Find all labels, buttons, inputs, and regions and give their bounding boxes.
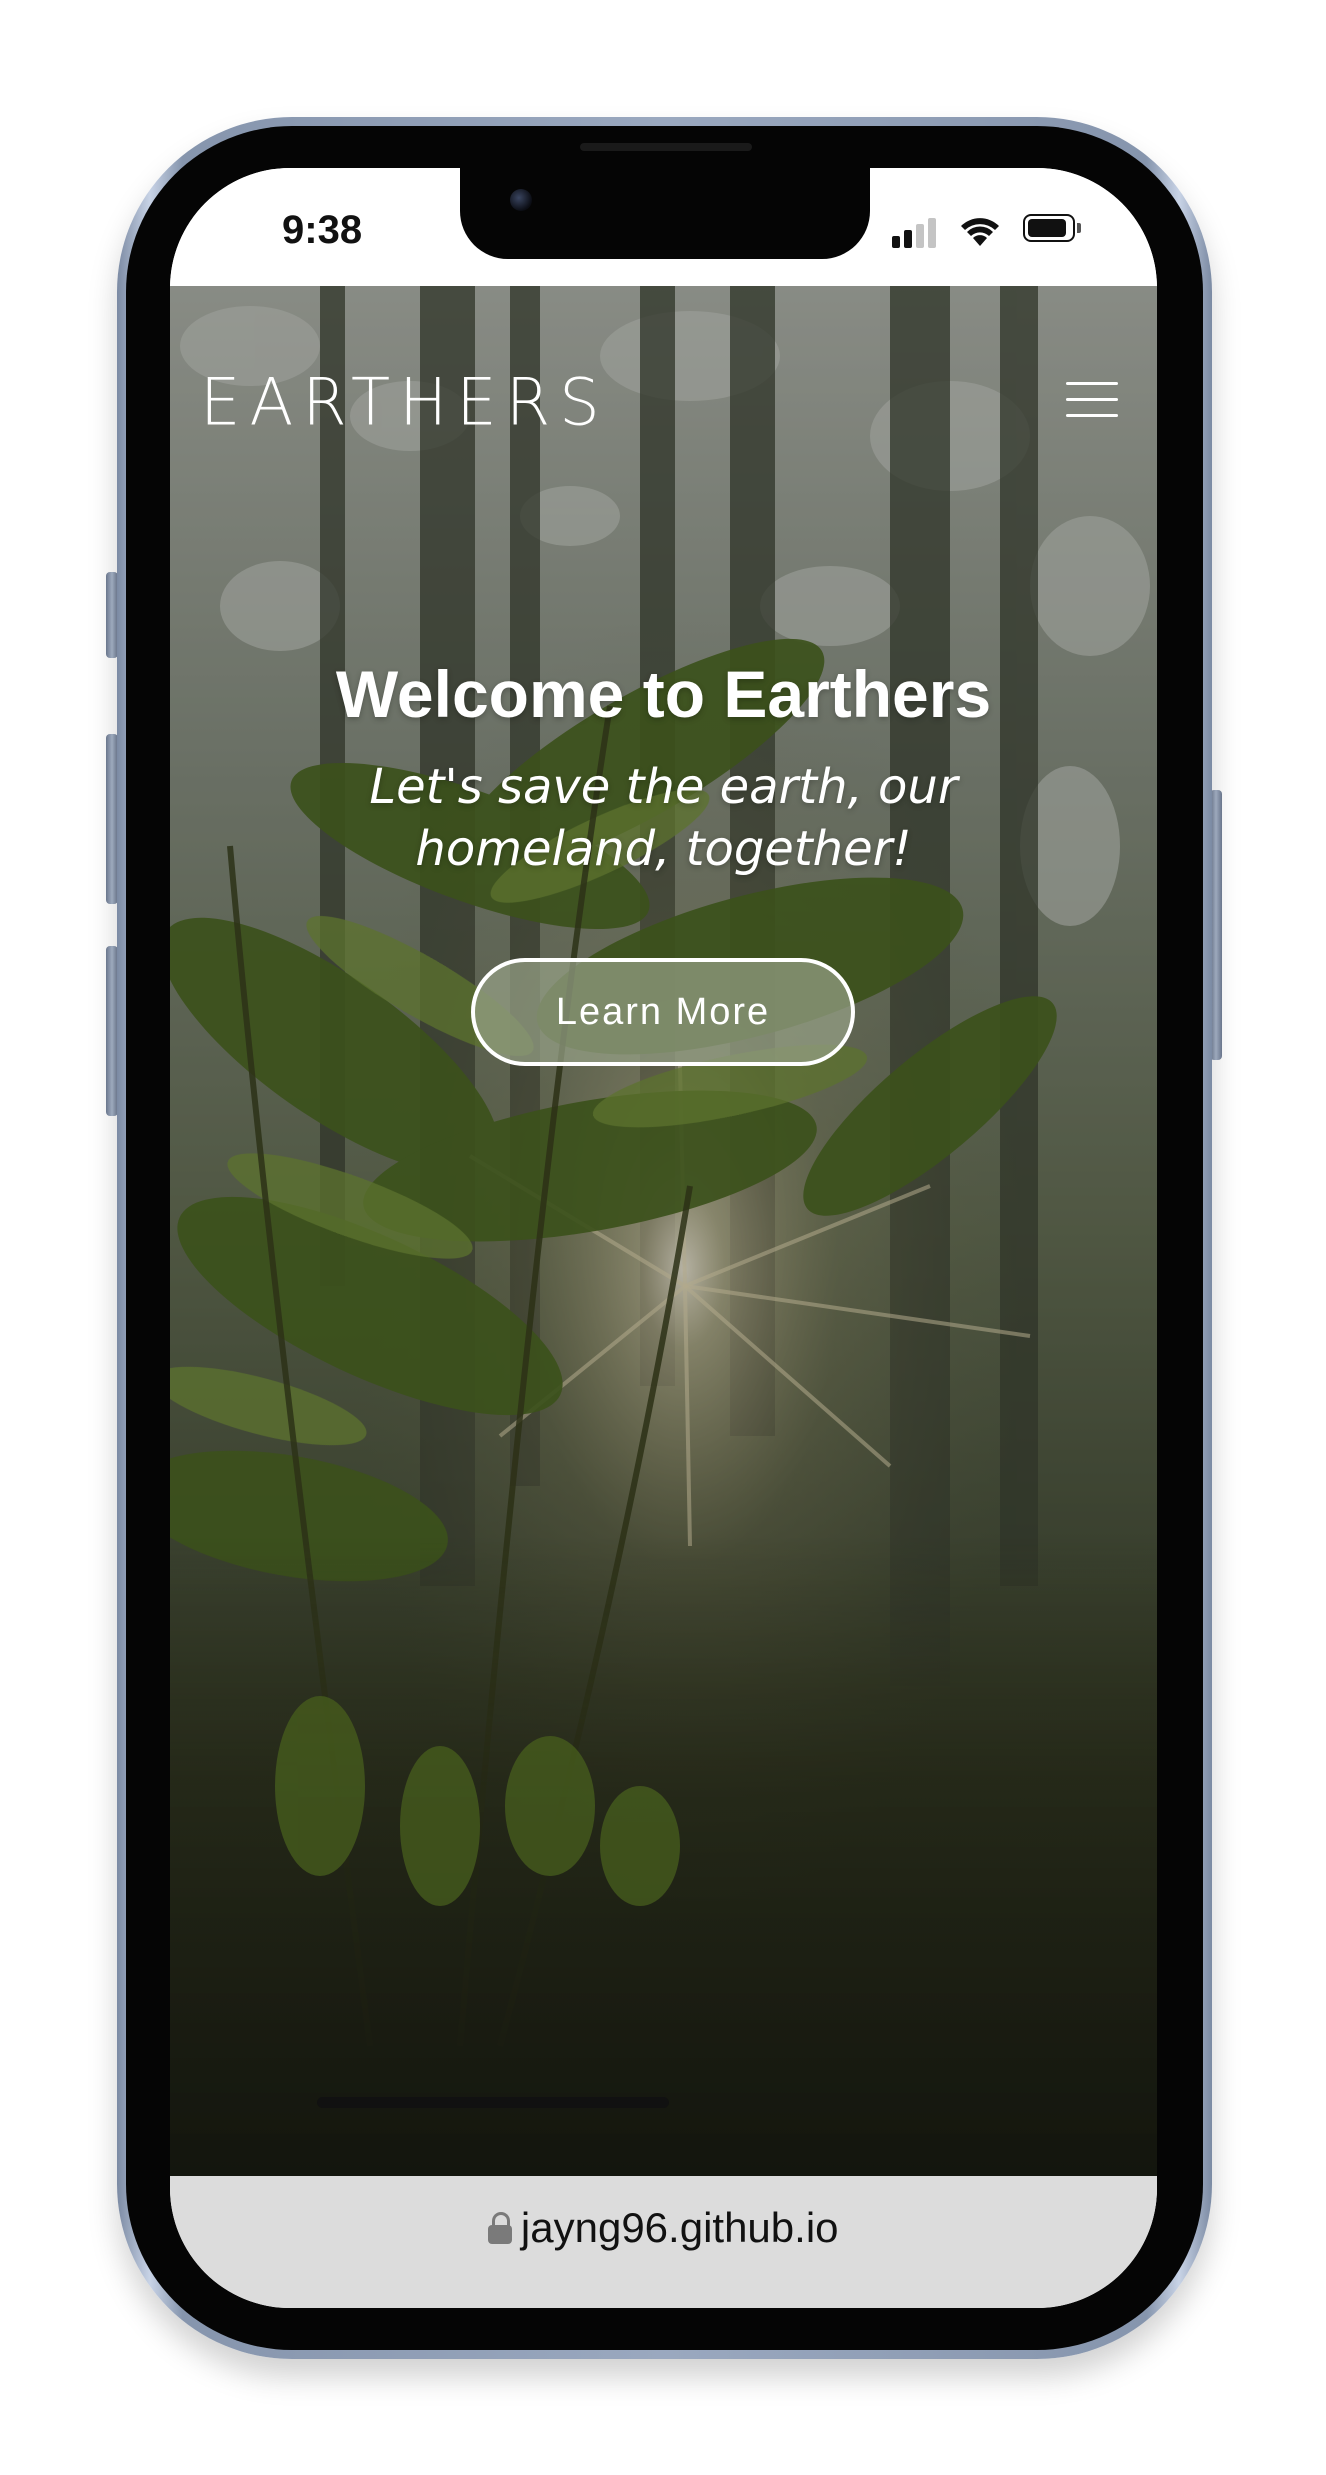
battery-fill [1028, 219, 1066, 237]
url-display[interactable]: jayng96.github.io [170, 2204, 1157, 2252]
battery-cap [1077, 223, 1081, 233]
earpiece-speaker [580, 143, 752, 151]
battery-body [1023, 214, 1075, 242]
front-camera [510, 189, 532, 211]
status-bar: 9:38 [170, 168, 1157, 286]
home-indicator[interactable] [317, 2097, 669, 2108]
wifi-icon [961, 218, 999, 246]
status-time: 9:38 [282, 208, 363, 252]
url-text: jayng96.github.io [520, 2204, 839, 2251]
phone-screen: 9:38 EARTHERS Welcome to Earthers Let's … [170, 168, 1157, 2308]
battery-icon [1023, 214, 1083, 244]
site-logo[interactable]: EARTHERS [200, 365, 609, 440]
hero-title: Welcome to Earthers [335, 657, 992, 731]
lock-icon [488, 2212, 513, 2244]
device-mockup: 9:38 EARTHERS Welcome to Earthers Let's … [0, 0, 1326, 2475]
hero-overlay [170, 286, 1157, 2176]
browser-address-bar[interactable]: jayng96.github.io [170, 2176, 1157, 2308]
learn-more-button[interactable]: Learn More [471, 958, 855, 1066]
hamburger-menu-icon[interactable] [1066, 378, 1118, 422]
signal-icon [892, 218, 942, 248]
notch [460, 168, 870, 259]
web-page: EARTHERS Welcome to Earthers Let's save … [170, 286, 1157, 2176]
hero-subtitle: Let's save the earth, our homeland, toge… [369, 759, 958, 877]
